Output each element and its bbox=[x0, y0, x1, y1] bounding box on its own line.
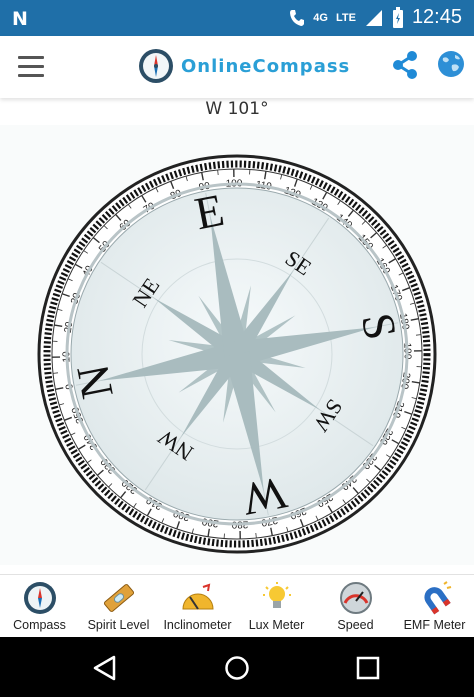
notification-n-icon: N bbox=[12, 8, 28, 30]
nav-label-lux-meter: Lux Meter bbox=[248, 618, 305, 632]
compass-icon bbox=[23, 582, 56, 614]
nav-compass[interactable]: Compass bbox=[0, 575, 79, 637]
nav-label-compass: Compass bbox=[13, 618, 66, 632]
app-brand: OnlineCompass bbox=[181, 56, 351, 77]
magnet-icon bbox=[423, 581, 451, 615]
nav-label-speed: Speed bbox=[337, 618, 374, 632]
inclinometer-icon bbox=[181, 583, 214, 610]
degree-tick bbox=[255, 532, 257, 539]
spirit-level-icon bbox=[103, 584, 134, 612]
degree-tick bbox=[52, 372, 59, 374]
speedometer-icon bbox=[339, 582, 372, 614]
compass-dial[interactable]: 0102030405060708090 100 110 120130140150160… bbox=[0, 125, 474, 565]
battery-icon bbox=[392, 6, 403, 28]
share-icon[interactable] bbox=[390, 50, 420, 80]
nav-label-spirit-level: Spirit Level bbox=[87, 618, 150, 632]
back-icon[interactable] bbox=[92, 655, 118, 681]
clock: 12:45 bbox=[411, 6, 462, 28]
bottom-navigation: Compass Spirit Level Inclinometer Lux Me… bbox=[0, 574, 474, 637]
nav-label-inclinometer: Inclinometer bbox=[163, 618, 232, 632]
globe-icon[interactable] bbox=[436, 49, 466, 79]
carrier-label: LTE bbox=[335, 11, 356, 24]
nav-label-emf-meter: EMF Meter bbox=[403, 618, 466, 632]
nav-spirit-level[interactable]: Spirit Level bbox=[79, 575, 158, 637]
menu-icon[interactable] bbox=[18, 56, 44, 78]
heading-readout: W 101° bbox=[205, 99, 269, 119]
compass-area: 0 10 20 30 40 50 60 70 80 90 100 110 120 130 140 150 160… bbox=[0, 125, 474, 565]
compass-logo-icon bbox=[139, 49, 173, 83]
home-icon[interactable] bbox=[224, 655, 250, 681]
phone-icon bbox=[290, 9, 305, 26]
nav-lux-meter[interactable]: Lux Meter bbox=[237, 575, 316, 637]
network-type: 4G bbox=[313, 11, 328, 24]
degree-tick bbox=[217, 169, 219, 176]
signal-icon bbox=[365, 9, 382, 26]
nav-speed[interactable]: Speed bbox=[316, 575, 395, 637]
degree-tick bbox=[415, 334, 422, 336]
nav-inclinometer[interactable]: Inclinometer bbox=[158, 575, 237, 637]
system-navigation-bar bbox=[0, 637, 474, 697]
status-bar: N 4G LTE 12:45 bbox=[0, 0, 474, 36]
lightbulb-icon bbox=[262, 582, 291, 608]
recents-icon[interactable] bbox=[356, 656, 380, 680]
nav-emf-meter[interactable]: EMF Meter bbox=[395, 575, 474, 637]
